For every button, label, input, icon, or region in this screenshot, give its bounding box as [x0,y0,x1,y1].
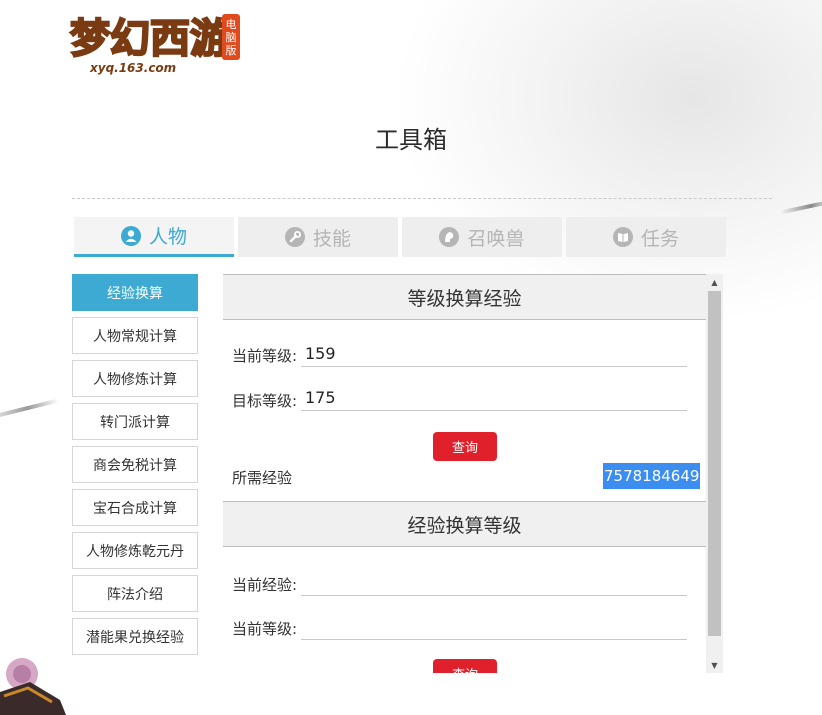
tab-label: 人物 [148,226,187,248]
panel-scrollbar[interactable]: ▲ ▼ [706,274,723,673]
tab-pet[interactable]: 召唤兽 [402,217,562,257]
person-icon [120,225,141,246]
submenu-tax-free-calc[interactable]: 商会免税计算 [72,446,198,483]
fan-decoration [0,658,66,715]
submenu-exp-conversion[interactable]: 经验换算 [72,274,198,311]
scroll-up-arrow-icon[interactable]: ▲ [706,274,723,290]
tab-skill[interactable]: 技能 [238,217,398,257]
scroll-down-arrow-icon[interactable]: ▼ [706,657,723,673]
current-level-label-2: 当前等级: [232,620,298,638]
submenu-cultivation-calc[interactable]: 人物修炼计算 [72,360,198,397]
wrench-icon [284,227,305,247]
tab-label: 技能 [312,227,351,250]
svg-text:电: 电 [226,18,237,31]
svg-text:梦幻西游: 梦幻西游 [70,16,230,62]
tab-label: 召唤兽 [467,227,525,250]
pet-icon [439,227,460,247]
query-button[interactable]: 查询 [433,432,497,461]
game-logo: 梦幻西游 电 脑 版 xyq.163.com [66,6,244,76]
tab-person[interactable]: 人物 [74,217,234,257]
submenu-potential-fruit[interactable]: 潜能果兑换经验 [72,618,198,655]
current-level-input-2[interactable] [301,614,687,640]
calculator-panel: 等级换算经验 当前等级: 目标等级: 查询 所需经验 7578184649 经验… [223,274,723,673]
title-divider [72,198,772,199]
required-exp-value[interactable]: 7578184649 [603,463,701,489]
current-level-input[interactable] [301,341,687,367]
query-button-2[interactable]: 查询 [433,659,497,673]
section-header-exp-to-level: 经验换算等级 [223,501,706,547]
submenu-qianyuandan[interactable]: 人物修炼乾元丹 [72,532,198,569]
section-header-level-to-exp: 等级换算经验 [223,274,706,320]
background-streak-decoration [0,398,60,422]
tab-label: 任务 [640,227,679,250]
scroll-thumb[interactable] [708,291,721,636]
target-level-label: 目标等级: [232,392,298,410]
submenu-gem-synthesis-calc[interactable]: 宝石合成计算 [72,489,198,526]
target-level-input[interactable] [301,385,687,411]
svg-text:脑: 脑 [226,31,237,44]
submenu-formation-intro[interactable]: 阵法介绍 [72,575,198,612]
current-exp-input[interactable] [301,570,687,596]
required-exp-label: 所需经验 [232,469,293,487]
current-level-label: 当前等级: [232,347,298,365]
submenu-basic-calc[interactable]: 人物常规计算 [72,317,198,354]
tab-quest[interactable]: 任务 [566,217,726,257]
svg-text:xyq.163.com: xyq.163.com [89,61,176,75]
book-icon [612,227,633,247]
current-exp-label: 当前经验: [232,576,298,594]
page-title: 工具箱 [375,126,447,154]
submenu-school-transfer-calc[interactable]: 转门派计算 [72,403,198,440]
category-tabs: 人物 技能 召唤兽 任务 [74,217,726,257]
svg-text:版: 版 [226,43,237,57]
